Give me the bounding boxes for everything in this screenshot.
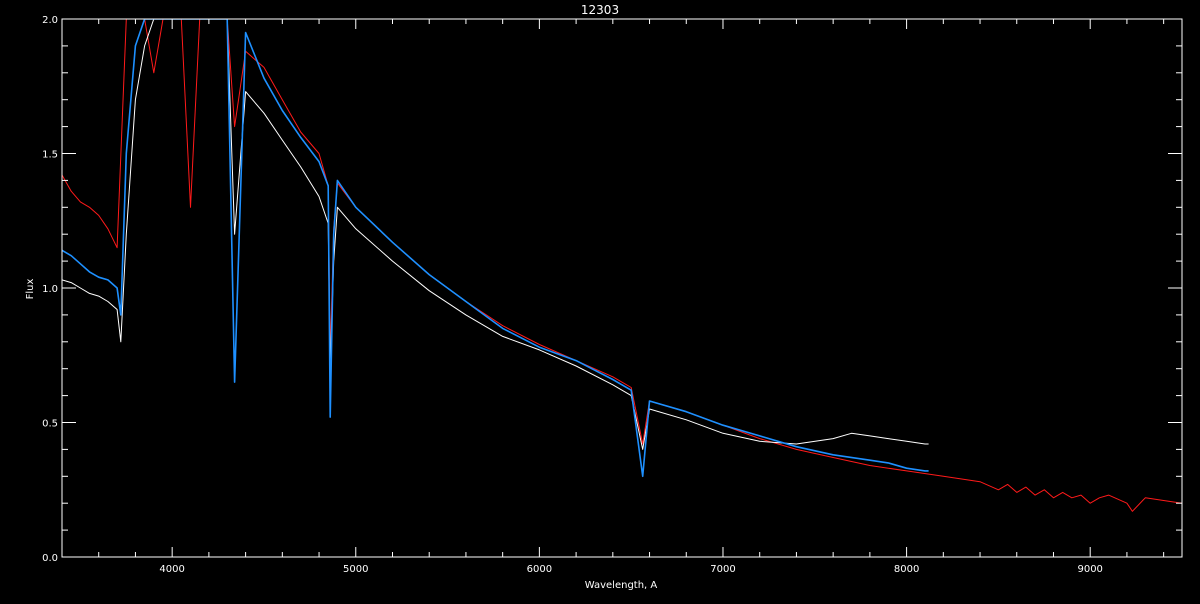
chart-container: 4000 5000 6000 7000 8000 9000 0.0 0.5 1.0 1.5 2.0 …: [0, 0, 1200, 600]
chart-background: [0, 0, 1200, 600]
y-tick-label: 1.5: [42, 150, 58, 161]
x-tick-label: 5000: [343, 564, 368, 575]
x-tick-label: 4000: [159, 564, 184, 575]
x-tick-label: 6000: [527, 564, 552, 575]
spectrum-chart: 4000 5000 6000 7000 8000 90000.00.51.01.52.0 …: [0, 0, 1200, 600]
x-tick-label: 9000: [1077, 564, 1102, 575]
y-axis-label: Flux: [25, 279, 36, 300]
x-tick-label: 7000: [710, 564, 735, 575]
x-tick-label: 8000: [894, 564, 919, 575]
x-axis-label: Wavelength, A: [585, 580, 658, 591]
y-tick-label: 2.0: [42, 15, 58, 26]
chart-title: 12303: [581, 3, 619, 17]
y-tick-label: 0.0: [42, 553, 58, 564]
y-tick-label: 0.5: [42, 419, 58, 430]
y-tick-label: 1.0: [42, 284, 58, 295]
